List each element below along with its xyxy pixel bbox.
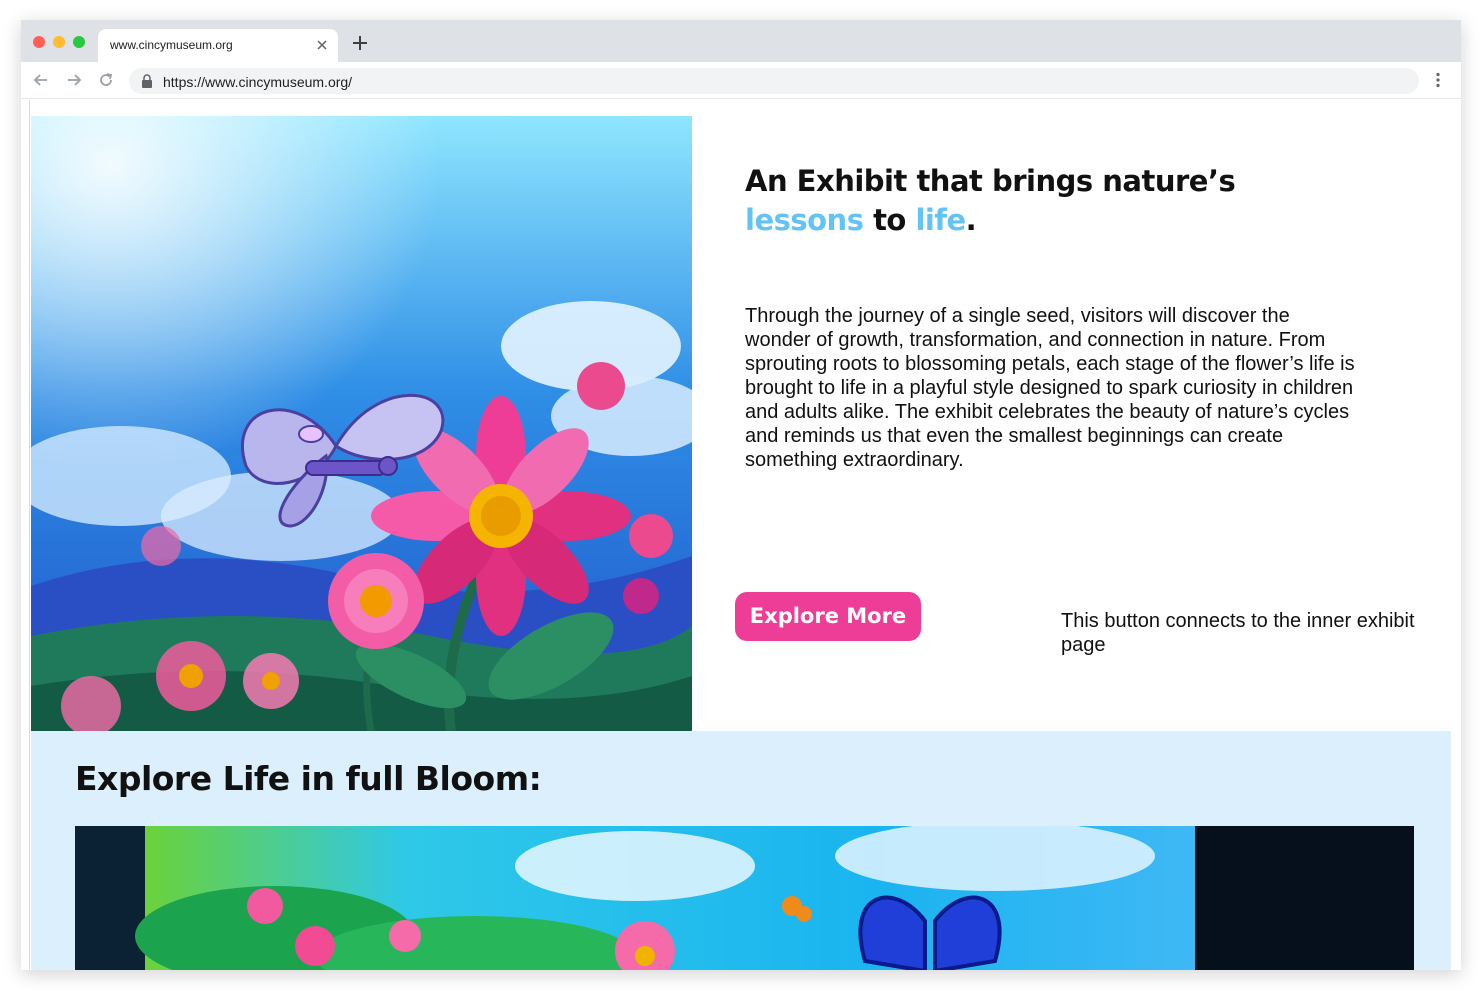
close-icon[interactable]	[314, 37, 330, 53]
plus-icon[interactable]	[351, 34, 369, 52]
headline-line1: An Exhibit that brings nature’s	[745, 164, 1236, 198]
page-divider	[29, 100, 30, 970]
close-window-button[interactable]	[33, 36, 45, 48]
button-annotation-note: This button connects to the inner exhibi…	[1061, 610, 1415, 656]
lock-icon	[142, 74, 152, 88]
forward-arrow-icon[interactable]	[65, 71, 83, 89]
kebab-menu-icon[interactable]	[1429, 71, 1447, 89]
headline-accent-life: life	[915, 203, 966, 237]
reload-icon[interactable]	[97, 71, 115, 89]
headline-accent-lessons: lessons	[745, 203, 864, 237]
bloom-video-preview[interactable]	[75, 826, 1414, 970]
headline-period: .	[965, 203, 977, 237]
back-arrow-icon[interactable]	[32, 71, 50, 89]
url-text: https://www.cincymuseum.org/	[163, 74, 353, 90]
hero-description: Through the journey of a single seed, vi…	[745, 305, 1355, 471]
butterfly-flower-illustration	[31, 116, 692, 731]
browser-toolbar: https://www.cincymuseum.org/	[21, 62, 1461, 99]
bloom-illustration	[75, 826, 1414, 970]
headline-word-to: to	[863, 203, 916, 237]
bloom-section-title: Explore Life in full Bloom:	[75, 759, 542, 798]
browser-tab[interactable]: www.cincymuseum.org	[98, 29, 338, 62]
tab-title: www.cincymuseum.org	[110, 38, 233, 52]
bloom-section: Explore Life in full Bloom:	[31, 731, 1451, 970]
web-page: An Exhibit that brings nature’s lessons …	[21, 100, 1461, 970]
hero-illustration	[31, 116, 692, 731]
tab-bar: www.cincymuseum.org	[21, 20, 1461, 62]
minimize-window-button[interactable]	[53, 36, 65, 48]
browser-window: www.cincymuseum.org https://www.cincymus…	[21, 20, 1461, 970]
hero-headline: An Exhibit that brings nature’s lessons …	[745, 162, 1345, 240]
maximize-window-button[interactable]	[73, 36, 85, 48]
explore-more-button[interactable]: Explore More	[735, 592, 921, 641]
hero-section: An Exhibit that brings nature’s lessons …	[31, 116, 1451, 731]
address-bar[interactable]: https://www.cincymuseum.org/	[129, 68, 1419, 94]
